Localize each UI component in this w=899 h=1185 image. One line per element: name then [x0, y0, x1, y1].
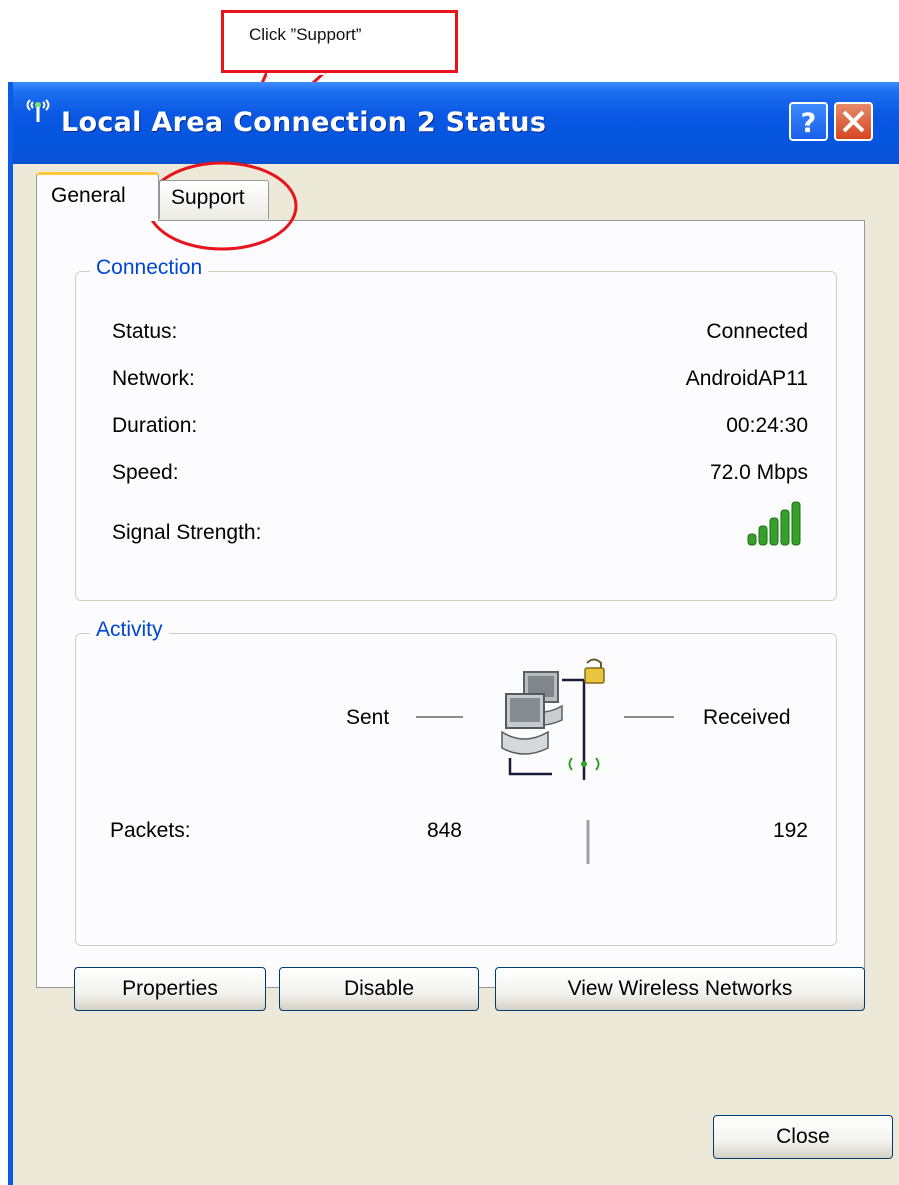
properties-button[interactable]: Properties [74, 967, 266, 1011]
tab-general[interactable]: General [36, 172, 159, 221]
activity-group: Activity Sent Received Packets: 848 192 [75, 618, 837, 946]
signal-strength-label: Signal Strength: [112, 521, 262, 544]
network-computers-icon [501, 658, 605, 780]
duration-value: 00:24:30 [726, 414, 808, 437]
connection-group: Connection Status: Connected Network: An… [75, 256, 837, 601]
packets-label: Packets: [110, 819, 191, 842]
network-label: Network: [112, 367, 195, 390]
signal-strength-icon [747, 501, 801, 546]
view-wireless-networks-button[interactable]: View Wireless Networks [495, 967, 865, 1011]
disable-button[interactable]: Disable [279, 967, 479, 1011]
lock-icon [584, 667, 605, 684]
support-highlight-ellipse [146, 161, 298, 251]
general-tab-panel: Connection Status: Connected Network: An… [36, 220, 865, 1011]
tab-support[interactable]: Support [159, 180, 269, 219]
packets-sent-value: 848 [426, 819, 462, 842]
network-value: AndroidAP11 [685, 367, 808, 390]
speed-label: Speed: [112, 461, 179, 484]
close-button[interactable]: Close [713, 1115, 893, 1159]
packets-received-value: 192 [772, 819, 808, 842]
status-value: Connected [706, 320, 808, 343]
duration-label: Duration: [112, 414, 198, 437]
speed-value: 72.0 Mbps [709, 461, 808, 484]
dialog-client-area: General Support Connection Status: Conne… [13, 164, 899, 1185]
status-label: Status: [112, 320, 178, 343]
